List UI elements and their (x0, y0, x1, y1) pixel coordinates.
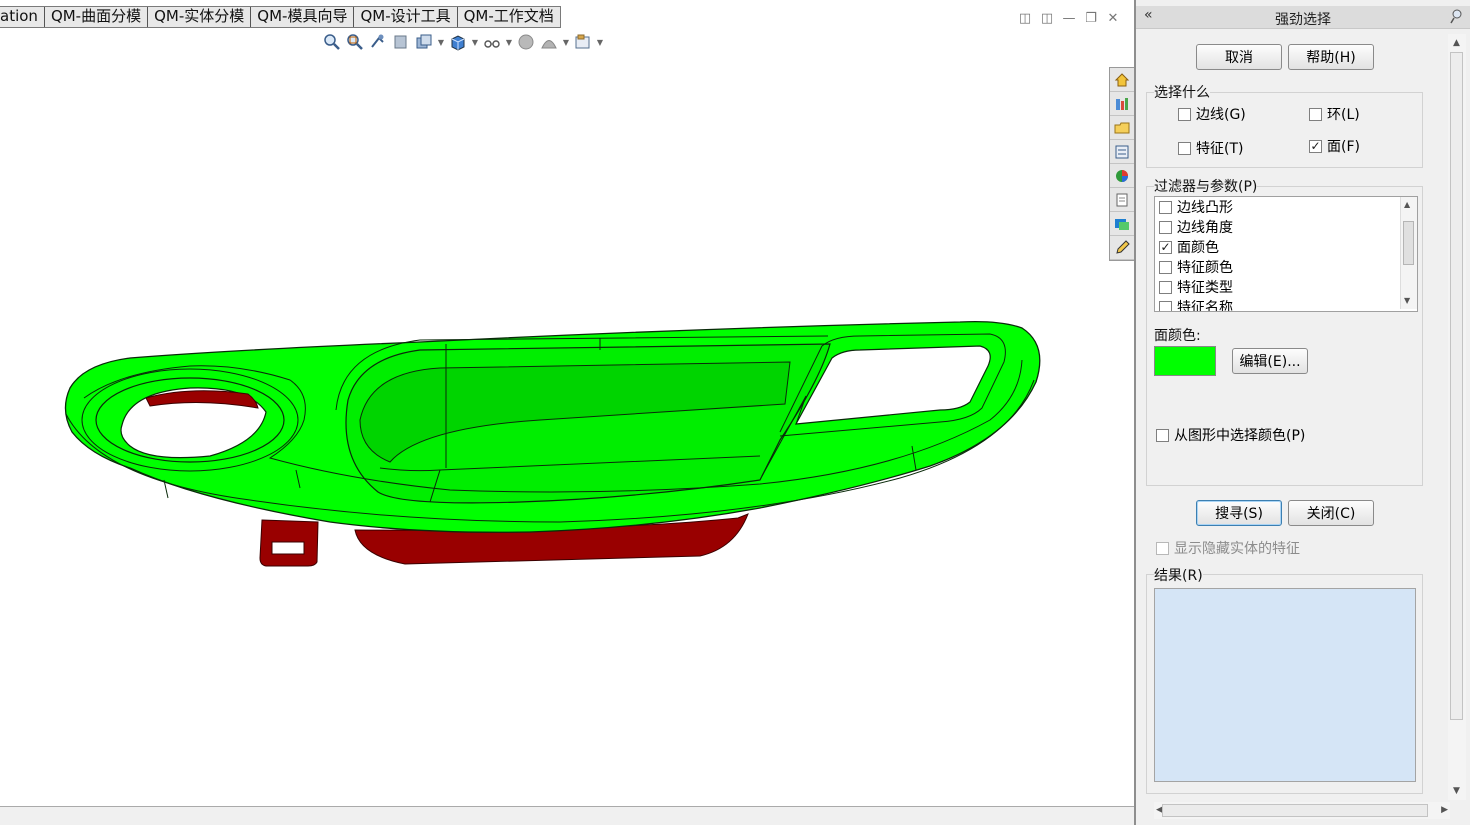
scroll-down-icon[interactable]: ▼ (1404, 296, 1410, 305)
select-what-label: 选择什么 (1154, 82, 1210, 102)
help-button[interactable]: 帮助(H) (1288, 44, 1374, 70)
list-item[interactable]: 面颜色 (1159, 237, 1219, 257)
search-button[interactable]: 搜寻(S) (1196, 500, 1282, 526)
filter-checkbox[interactable] (1159, 280, 1172, 294)
door-handle-model[interactable] (0, 0, 1134, 806)
pick-color-from-graphics-checkbox[interactable]: 从图形中选择颜色(P) (1156, 425, 1305, 445)
edit-color-button[interactable]: 编辑(E)... (1232, 348, 1308, 374)
scrollbar-thumb[interactable] (1403, 221, 1414, 265)
list-item[interactable]: 特征类型 (1159, 277, 1233, 297)
status-bar (0, 806, 1134, 825)
face-color-label: 面颜色: (1154, 325, 1201, 345)
faces-checkbox-box[interactable] (1309, 139, 1322, 153)
scrollbar-thumb[interactable] (1162, 804, 1428, 817)
pin-icon[interactable] (1450, 8, 1464, 24)
loops-checkbox[interactable]: 环(L) (1309, 104, 1360, 124)
pick-color-label: 从图形中选择颜色(P) (1174, 428, 1306, 444)
panel-header: « 强劲选择 (1136, 6, 1470, 29)
filter-checkbox[interactable] (1159, 300, 1172, 311)
pick-color-checkbox-box[interactable] (1156, 428, 1169, 442)
filter-checkbox[interactable] (1159, 260, 1172, 274)
loops-checkbox-box[interactable] (1309, 107, 1322, 121)
filter-list-scrollbar[interactable]: ▲ ▼ (1400, 197, 1417, 309)
filter-list[interactable]: 边线凸形 边线角度 面颜色 特征颜色 特征类型 特征名称 ▲ ▼ (1154, 196, 1418, 312)
list-item[interactable]: 边线角度 (1159, 217, 1233, 237)
panel-title: 强劲选择 (1275, 12, 1331, 28)
results-list[interactable] (1154, 588, 1416, 782)
show-hidden-features-checkbox[interactable]: 显示隐藏实体的特征 (1156, 538, 1300, 558)
panel-vertical-scrollbar[interactable]: ▲ ▼ (1448, 34, 1466, 800)
close-button[interactable]: 关闭(C) (1288, 500, 1374, 526)
scroll-up-icon[interactable]: ▲ (1404, 200, 1410, 209)
powerselect-property-manager: « 强劲选择 取消 帮助(H) 选择什么 边线(G) 环(L) 特征(T) 面(… (1134, 0, 1470, 825)
panel-horizontal-scrollbar[interactable]: ◀ ▶ (1154, 802, 1450, 819)
filter-checkbox[interactable] (1159, 240, 1172, 254)
list-item[interactable]: 特征颜色 (1159, 257, 1233, 277)
scroll-right-icon[interactable]: ▶ (1441, 805, 1448, 815)
scroll-down-icon[interactable]: ▼ (1453, 786, 1460, 796)
scroll-up-icon[interactable]: ▲ (1453, 38, 1460, 48)
face-color-swatch[interactable] (1154, 346, 1216, 376)
features-checkbox-box[interactable] (1178, 141, 1191, 155)
faces-label: 面(F) (1327, 139, 1360, 155)
list-item[interactable]: 边线凸形 (1159, 197, 1233, 217)
scrollbar-thumb[interactable] (1450, 52, 1463, 720)
features-checkbox[interactable]: 特征(T) (1178, 138, 1243, 158)
edges-label: 边线(G) (1196, 107, 1246, 123)
results-label: 结果(R) (1154, 565, 1203, 585)
show-hidden-label: 显示隐藏实体的特征 (1174, 541, 1300, 557)
filters-label: 过滤器与参数(P) (1154, 176, 1258, 196)
filter-checkbox[interactable] (1159, 220, 1172, 234)
filter-checkbox[interactable] (1159, 200, 1172, 214)
show-hidden-checkbox-box[interactable] (1156, 541, 1169, 555)
edges-checkbox[interactable]: 边线(G) (1178, 104, 1246, 124)
loops-label: 环(L) (1327, 107, 1360, 123)
edges-checkbox-box[interactable] (1178, 107, 1191, 121)
features-label: 特征(T) (1196, 141, 1244, 157)
cancel-button[interactable]: 取消 (1196, 44, 1282, 70)
graphics-area[interactable]: ation QM-曲面分模 QM-实体分模 QM-模具向导 QM-设计工具 QM… (0, 0, 1134, 825)
faces-checkbox[interactable]: 面(F) (1309, 136, 1360, 156)
list-item[interactable]: 特征名称 (1159, 297, 1233, 311)
